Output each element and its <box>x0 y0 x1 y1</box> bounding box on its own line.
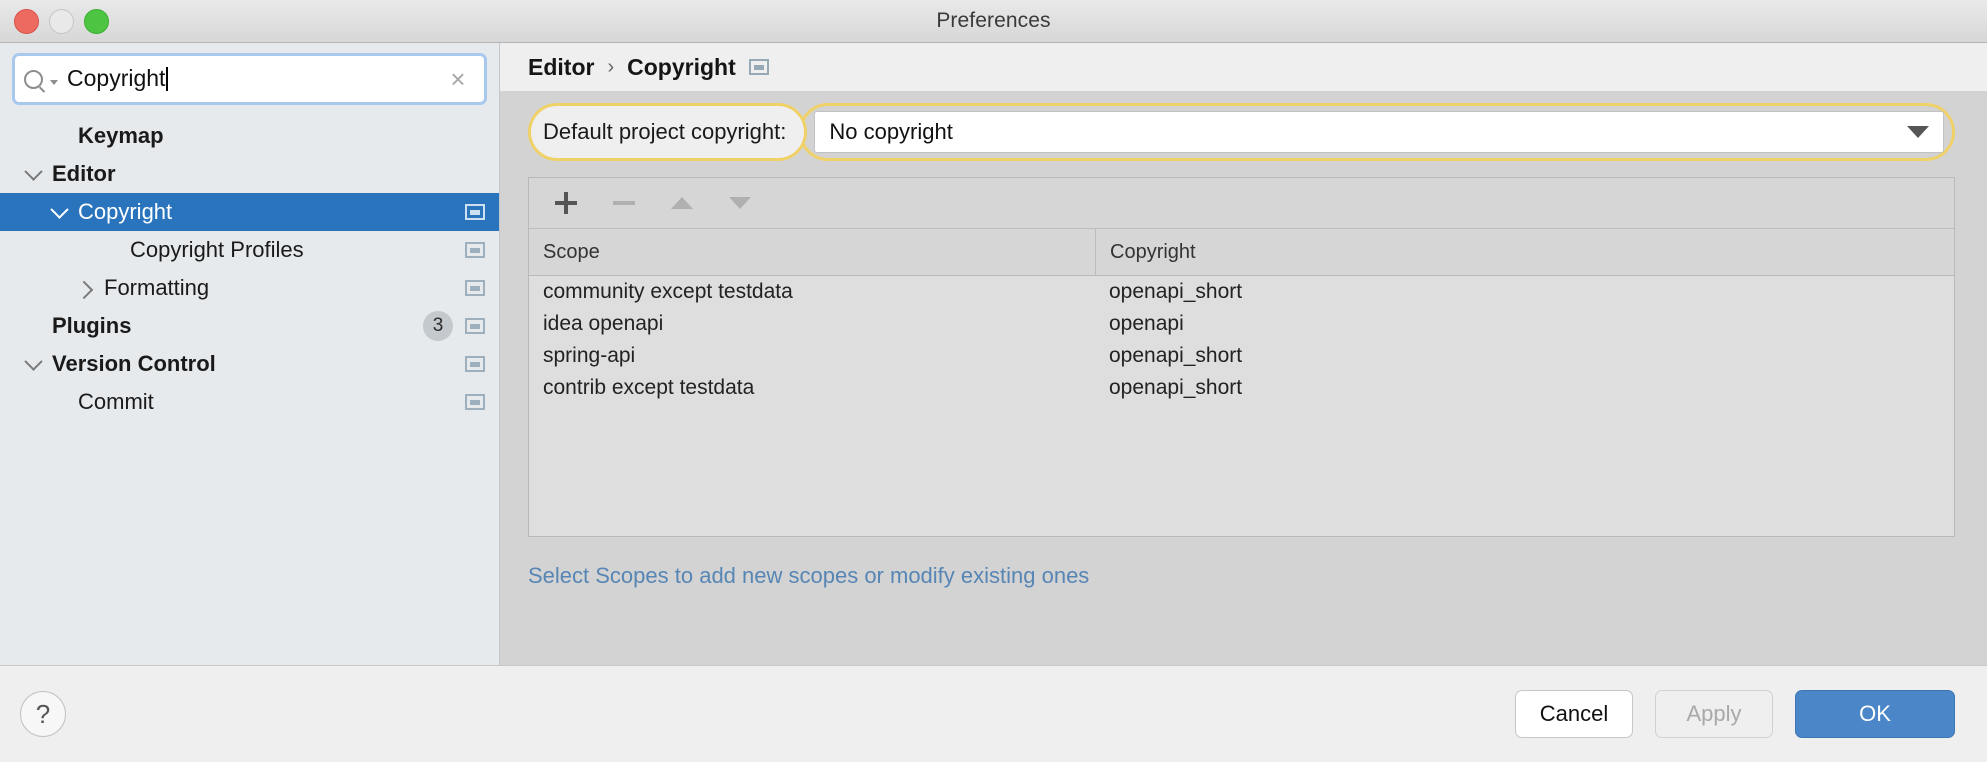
search-field[interactable]: Copyright × <box>12 53 487 105</box>
default-project-copyright-label: Default project copyright: <box>543 119 786 145</box>
window-icon[interactable] <box>465 318 485 334</box>
cell-copyright: openapi_short <box>1095 376 1954 400</box>
help-button[interactable]: ? <box>20 691 66 737</box>
table-row[interactable]: spring-apiopenapi_short <box>529 340 1954 372</box>
default-project-copyright-dropdown[interactable]: No copyright <box>814 111 1944 153</box>
sidebar-item-label: Formatting <box>104 275 209 301</box>
arrow-up-icon <box>671 197 693 209</box>
cell-scope: contrib except testdata <box>529 376 1095 400</box>
default-project-copyright-row: Default project copyright: No copyright <box>528 101 1955 163</box>
default-project-copyright-combo-highlight: No copyright <box>799 103 1955 161</box>
cell-scope: idea openapi <box>529 312 1095 336</box>
apply-button[interactable]: Apply <box>1655 690 1773 738</box>
chevron-down-icon[interactable] <box>22 358 44 371</box>
window-title: Preferences <box>0 9 1987 33</box>
traffic-light-controls <box>14 0 109 42</box>
sidebar-item-editor[interactable]: Editor <box>0 155 499 193</box>
sidebar-item-version-control[interactable]: Version Control <box>0 345 499 383</box>
minimize-button[interactable] <box>49 9 74 34</box>
window-icon[interactable] <box>465 356 485 372</box>
arrow-down-icon <box>729 197 751 209</box>
sidebar-item-keymap[interactable]: Keymap <box>0 117 499 155</box>
search-icon[interactable] <box>15 70 67 89</box>
clear-search-icon[interactable]: × <box>432 66 484 92</box>
table-row[interactable]: idea openapiopenapi <box>529 308 1954 340</box>
sidebar-item-plugins[interactable]: Plugins 3 <box>0 307 499 345</box>
preferences-window: Preferences Copyright × Keymap Editor Copy… <box>0 0 1987 762</box>
window-icon[interactable] <box>465 204 485 220</box>
cancel-button[interactable]: Cancel <box>1515 690 1633 738</box>
breadcrumb: Editor › Copyright <box>500 43 1987 91</box>
sidebar-item-copyright-profiles[interactable]: Copyright Profiles <box>0 231 499 269</box>
window-icon[interactable] <box>749 59 769 75</box>
chevron-down-icon[interactable] <box>1907 126 1929 138</box>
remove-scope-button[interactable] <box>609 188 639 218</box>
sidebar-item-copyright[interactable]: Copyright <box>0 193 499 231</box>
close-button[interactable] <box>14 9 39 34</box>
ok-button[interactable]: OK <box>1795 690 1955 738</box>
minus-icon <box>613 201 635 205</box>
zoom-button[interactable] <box>84 9 109 34</box>
chevron-down-icon[interactable] <box>22 168 44 181</box>
window-icon[interactable] <box>465 242 485 258</box>
table-row[interactable]: community except testdataopenapi_short <box>529 276 1954 308</box>
move-up-button[interactable] <box>667 188 697 218</box>
column-header-copyright[interactable]: Copyright <box>1095 229 1954 275</box>
window-icon[interactable] <box>465 280 485 296</box>
sidebar-item-label: Keymap <box>78 123 164 149</box>
search-input-text: Copyright <box>67 67 165 91</box>
search-input[interactable]: Copyright <box>67 67 432 91</box>
table-header-row: Scope Copyright <box>529 229 1954 276</box>
dialog-body: Copyright × KeymapEditorCopyrightCopyrig… <box>0 43 1987 666</box>
title-bar: Preferences <box>0 0 1987 43</box>
breadcrumb-item-editor[interactable]: Editor <box>528 54 594 81</box>
settings-content-pane: Editor › Copyright Default project copyr… <box>500 43 1987 665</box>
settings-tree: Keymap Editor Copyright Copyright Profiles F… <box>0 117 499 665</box>
chevron-down-icon[interactable] <box>48 206 70 219</box>
cell-scope: spring-api <box>529 344 1095 368</box>
sidebar-item-label: Version Control <box>52 351 216 377</box>
table-toolbar <box>529 178 1954 229</box>
cell-copyright: openapi_short <box>1095 344 1954 368</box>
table-body: community except testdataopenapi_shortid… <box>529 276 1954 536</box>
sidebar-item-formatting[interactable]: Formatting <box>0 269 499 307</box>
breadcrumb-separator: › <box>607 56 614 79</box>
text-cursor <box>166 67 168 91</box>
sidebar-item-label: Commit <box>78 389 154 415</box>
settings-sidebar: Copyright × KeymapEditorCopyrightCopyrig… <box>0 43 500 665</box>
sidebar-item-label: Copyright Profiles <box>130 237 304 263</box>
breadcrumb-item-copyright[interactable]: Copyright <box>627 54 736 81</box>
sidebar-item-label: Editor <box>52 161 116 187</box>
move-down-button[interactable] <box>725 188 755 218</box>
status-badge: 3 <box>423 311 453 341</box>
cell-copyright: openapi_short <box>1095 280 1954 304</box>
scope-copyright-table-panel: Scope Copyright community except testdat… <box>528 177 1955 537</box>
sidebar-item-label: Plugins <box>52 313 131 339</box>
chevron-right-icon[interactable] <box>74 282 96 295</box>
cell-copyright: openapi <box>1095 312 1954 336</box>
select-scopes-link[interactable]: Select Scopes to add new scopes or modif… <box>528 563 1955 589</box>
sidebar-item-commit[interactable]: Commit <box>0 383 499 421</box>
table-row[interactable]: contrib except testdataopenapi_short <box>529 372 1954 404</box>
dialog-footer: ? Cancel Apply OK <box>0 666 1987 762</box>
add-scope-button[interactable] <box>551 188 581 218</box>
dropdown-selected-value: No copyright <box>829 119 1907 145</box>
window-icon[interactable] <box>465 394 485 410</box>
cell-scope: community except testdata <box>529 280 1095 304</box>
sidebar-item-label: Copyright <box>78 199 172 225</box>
column-header-scope[interactable]: Scope <box>529 229 1095 275</box>
default-project-copyright-label-highlight: Default project copyright: <box>528 103 807 161</box>
plus-icon <box>555 192 577 214</box>
